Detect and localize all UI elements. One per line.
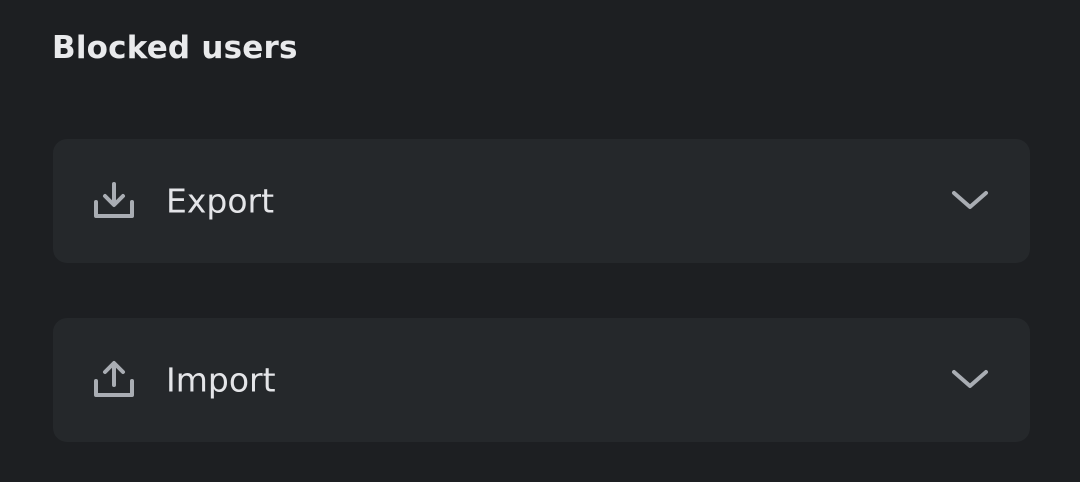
export-label: Export — [166, 181, 275, 221]
import-label: Import — [166, 360, 276, 400]
upload-icon — [93, 359, 135, 401]
export-accordion[interactable]: Export — [53, 139, 1030, 263]
chevron-down-icon[interactable] — [950, 360, 990, 400]
chevron-down-icon[interactable] — [950, 181, 990, 221]
download-icon — [93, 180, 135, 222]
import-accordion[interactable]: Import — [53, 318, 1030, 442]
section-title: Blocked users — [52, 30, 298, 66]
